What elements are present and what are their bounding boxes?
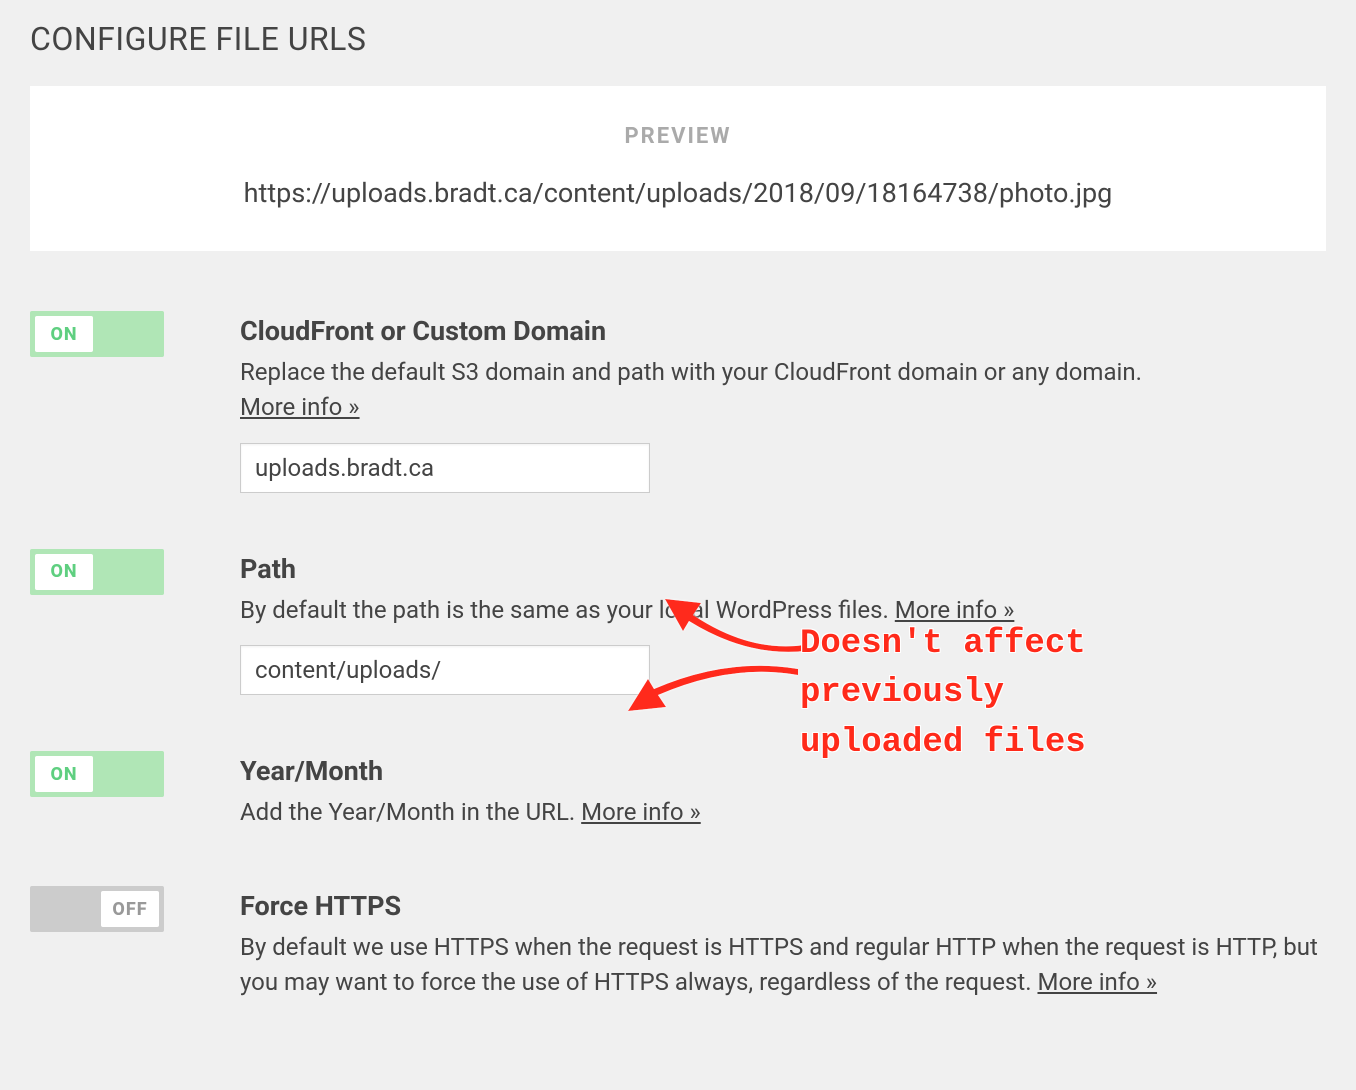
toggle-knob: OFF [101,891,159,927]
setting-title: Year/Month [240,755,1326,787]
desc-text: By default the path is the same as your … [240,596,895,624]
toggle-yearmonth[interactable]: ON [30,751,164,797]
setting-desc: By default we use HTTPS when the request… [240,930,1326,1000]
toggle-https[interactable]: OFF [30,886,164,932]
setting-cloudfront: ON CloudFront or Custom Domain Replace t… [30,311,1326,493]
section-title: CONFIGURE FILE URLS [30,20,1326,58]
toggle-knob: ON [35,756,93,792]
setting-title: CloudFront or Custom Domain [240,315,1326,347]
toggle-knob: ON [35,554,93,590]
setting-desc: Add the Year/Month in the URL. More info… [240,795,1326,830]
path-input[interactable] [240,645,650,695]
preview-label: PREVIEW [60,124,1296,149]
more-info-link[interactable]: More info » [240,393,360,421]
setting-path: ON Path By default the path is the same … [30,549,1326,696]
setting-desc: By default the path is the same as your … [240,593,1326,628]
setting-title: Force HTTPS [240,890,1326,922]
setting-yearmonth: ON Year/Month Add the Year/Month in the … [30,751,1326,830]
toggle-cloudfront[interactable]: ON [30,311,164,357]
more-info-link[interactable]: More info » [581,798,701,826]
setting-desc: Replace the default S3 domain and path w… [240,355,1326,425]
preview-url: https://uploads.bradt.ca/content/uploads… [60,177,1296,209]
toggle-path[interactable]: ON [30,549,164,595]
cloudfront-domain-input[interactable] [240,443,650,493]
settings-page: CONFIGURE FILE URLS PREVIEW https://uplo… [0,0,1356,1090]
desc-text: Add the Year/Month in the URL. [240,798,581,826]
setting-https: OFF Force HTTPS By default we use HTTPS … [30,886,1326,1000]
more-info-link[interactable]: More info » [895,596,1015,624]
toggle-knob: ON [35,316,93,352]
desc-text: Replace the default S3 domain and path w… [240,358,1142,386]
preview-box: PREVIEW https://uploads.bradt.ca/content… [30,86,1326,251]
setting-title: Path [240,553,1326,585]
more-info-link[interactable]: More info » [1037,968,1157,996]
